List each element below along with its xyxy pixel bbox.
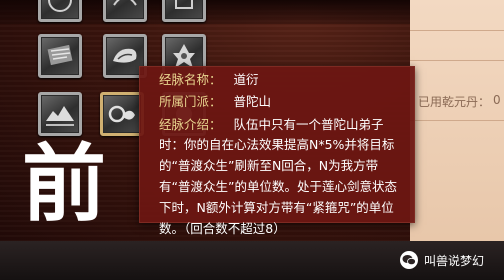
skill-icon-4[interactable] — [38, 34, 82, 78]
resource-value: 0 — [493, 93, 501, 107]
resource-label: 已用乾元丹： — [418, 95, 491, 109]
skill-icon-1[interactable] — [38, 0, 82, 22]
skill-icon-3[interactable] — [162, 0, 206, 22]
skill-icon-8[interactable] — [100, 92, 144, 136]
watermark: 叫兽说梦幻 — [400, 251, 484, 269]
skill-icon-2[interactable] — [103, 0, 147, 22]
panel-divider — [410, 30, 504, 31]
name-value: 道衍 — [233, 72, 259, 87]
school-value: 普陀山 — [233, 94, 272, 109]
skill-icon-7[interactable] — [38, 92, 82, 136]
overlay-character: 前 — [22, 135, 107, 233]
intro-first-line: 队伍中只有一个普陀山弟子 — [233, 117, 384, 132]
tooltip-intro-row: 经脉介绍： 队伍中只有一个普陀山弟子 — [159, 117, 384, 133]
watermark-text: 叫兽说梦幻 — [424, 253, 485, 268]
intro-description: 时：你的自在心法效果提高N*5%并将目标的“普渡众生”刷新至N回合，N为我方带有… — [159, 137, 397, 236]
intro-label: 经脉介绍： — [159, 117, 222, 132]
wechat-icon — [400, 251, 418, 269]
resource-panel — [410, 0, 504, 280]
panel-divider — [410, 120, 504, 121]
game-screen: 已用乾元丹： 0 前 经脉名称： 道衍 所属门派： 普陀山 经脉介绍： 队伍中只… — [0, 0, 504, 280]
meridian-tooltip: 经脉名称： 道衍 所属门派： 普陀山 经脉介绍： 队伍中只有一个普陀山弟子 时：你的自… — [139, 66, 415, 236]
tooltip-name-row: 经脉名称： 道衍 — [159, 72, 259, 88]
panel-divider — [410, 60, 504, 61]
tooltip-school-row: 所属门派： 普陀山 — [159, 94, 271, 110]
school-label: 所属门派： — [159, 94, 222, 109]
name-label: 经脉名称： — [159, 72, 222, 87]
